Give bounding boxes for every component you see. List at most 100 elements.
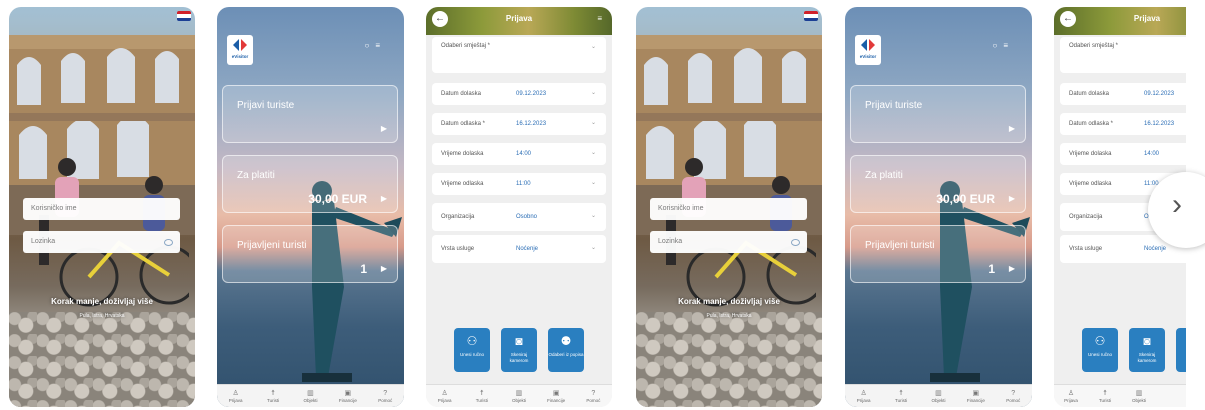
scan-camera-button[interactable]: ◙ Skeniraj kamerom	[1129, 328, 1165, 372]
nav-objekti[interactable]: ▥ Objekti	[502, 390, 536, 403]
organization-select[interactable]: Organizacija Osobno ⌄	[432, 203, 606, 231]
top-icons: ○≡	[992, 41, 1014, 50]
departure-date-field[interactable]: Datum odlaska * 16.12.2023	[1060, 113, 1186, 135]
login-screenshot-1: Korisničko ime Lozinka Korak manje, doži…	[9, 7, 195, 407]
button-label: Odaberi iz popisa	[548, 352, 584, 357]
nav-prijava[interactable]: ♙ Prijava	[219, 390, 253, 403]
menu-icon[interactable]: ≡	[1003, 41, 1014, 50]
nav-turisti[interactable]: ☨ Turisti	[256, 390, 290, 403]
nav-financije[interactable]: ▣ Financije	[959, 390, 993, 403]
field-label: Organizacija	[1069, 214, 1103, 220]
nav-label: Turisti	[267, 397, 280, 403]
nav-pomoc[interactable]: ? Pomoć	[996, 390, 1030, 403]
logo-icon	[861, 39, 875, 51]
field-label: Vrijeme odlaska	[441, 181, 484, 187]
nav-objekti[interactable]: ▥ Objekti	[1122, 390, 1156, 403]
to-pay-card[interactable]: Za platiti 30,00 EUR ▶	[850, 155, 1026, 213]
nav-prijava[interactable]: ♙ Prijava	[847, 390, 881, 403]
registered-tourists-card[interactable]: Prijavljeni turisti 1 ▶	[850, 225, 1026, 283]
wallet-icon: ▣	[972, 389, 980, 397]
button-label: Unesi ručno	[459, 352, 484, 357]
show-password-icon[interactable]	[164, 239, 173, 246]
chevron-down-icon: ⌄	[590, 44, 596, 50]
card-label: Prijavi turiste	[237, 100, 295, 111]
chevron-right-icon: ▶	[380, 264, 387, 273]
select-from-list-button[interactable]: ⚉	[1176, 328, 1186, 372]
nav-prijava[interactable]: ♙ Prijava	[1054, 390, 1088, 403]
manual-entry-button[interactable]: ⚇ Unesi ručno	[454, 328, 490, 372]
menu-icon[interactable]: ≡	[375, 41, 386, 50]
field-value: 09.12.2023	[516, 91, 547, 97]
nav-label: Turisti	[895, 397, 908, 403]
nav-prijava[interactable]: ♙ Prijava	[428, 390, 462, 403]
arrival-time-field[interactable]: Vrijeme dolaska 14:00 ⌄	[432, 143, 606, 165]
card-value: 1	[360, 262, 367, 276]
registered-tourists-card[interactable]: Prijavljeni turisti 1 ▶	[222, 225, 398, 283]
nav-pomoc[interactable]: ? Pomoć	[576, 390, 610, 403]
show-password-icon[interactable]	[791, 239, 800, 246]
manual-entry-button[interactable]: ⚇ Unesi ručno	[1082, 328, 1118, 372]
to-pay-card[interactable]: Za platiti 30,00 EUR ▶	[222, 155, 398, 213]
nav-turisti[interactable]: ☨ Turisti	[1088, 390, 1122, 403]
chevron-down-icon: ⌄	[590, 213, 596, 219]
nav-label: Turisti	[1098, 397, 1112, 403]
users-icon: ⚉	[1176, 334, 1186, 348]
nav-turisti[interactable]: ☨ Turisti	[884, 390, 918, 403]
password-placeholder: Lozinka	[658, 238, 683, 245]
arrival-date-field[interactable]: Datum dolaska 09.12.2023 ⌄	[432, 83, 606, 105]
scan-camera-button[interactable]: ◙ Skeniraj kamerom	[501, 328, 537, 372]
button-label: Skeniraj kamerom	[509, 352, 529, 363]
field-label: Odaberi smještaj *	[1069, 43, 1119, 49]
chevron-right-icon: ▶	[1008, 264, 1015, 273]
accommodation-select[interactable]: Odaberi smještaj * ⌄	[432, 37, 606, 73]
slogan-subtitle: Pula, Istra, Hrvatska	[79, 313, 125, 319]
nav-turisti[interactable]: ☨ Turisti	[465, 390, 499, 403]
service-type-select[interactable]: Vrsta usluge Noćenje ⌄	[432, 235, 606, 263]
password-input[interactable]: Lozinka	[650, 231, 807, 253]
notification-icon[interactable]: ○	[992, 41, 1003, 50]
departure-date-field[interactable]: Datum odlaska * 16.12.2023 ⌄	[432, 113, 606, 135]
form-title: Prijava	[505, 14, 533, 23]
arrival-time-field[interactable]: Vrijeme dolaska 14:00	[1060, 143, 1186, 165]
help-icon: ?	[1011, 389, 1016, 397]
register-tourists-card[interactable]: Prijavi turiste ▶	[850, 85, 1026, 143]
evisitor-logo: eVisitor	[855, 35, 881, 65]
field-value: 09.12.2023	[1144, 91, 1175, 97]
notification-icon[interactable]: ○	[364, 41, 375, 50]
password-placeholder: Lozinka	[31, 238, 56, 245]
username-input[interactable]: Korisničko ime	[23, 198, 180, 220]
nav-objekti[interactable]: ▥ Objekti	[293, 390, 327, 403]
accommodation-select[interactable]: Odaberi smještaj *	[1060, 37, 1186, 73]
nav-label: Financije	[547, 397, 566, 403]
field-value: Noćenje	[516, 246, 539, 252]
croatian-flag-icon[interactable]	[804, 11, 818, 21]
field-label: Datum dolaska	[441, 91, 482, 97]
croatian-flag-icon[interactable]	[177, 11, 191, 21]
nav-objekti[interactable]: ▥ Objekti	[921, 390, 955, 403]
bottom-nav: ♙ Prijava ☨ Turisti ▥ Objekti ▣ Financije ? P…	[426, 384, 612, 407]
button-label: Skeniraj kamerom	[1137, 352, 1157, 363]
card-value: 30,00 EUR	[936, 192, 995, 206]
wallet-icon: ▣	[344, 389, 352, 397]
slogan: Korak manje, doživljaj više	[51, 297, 153, 306]
arrival-date-field[interactable]: Datum dolaska 09.12.2023	[1060, 83, 1186, 105]
nav-financije[interactable]: ▣ Financije	[539, 390, 573, 403]
user-icon: ♙	[860, 389, 867, 397]
register-tourists-card[interactable]: Prijavi turiste ▶	[222, 85, 398, 143]
field-label: Vrsta usluge	[1069, 246, 1103, 252]
field-label: Vrijeme odlaska	[1069, 181, 1112, 187]
nav-label: Pomoć	[378, 397, 393, 403]
select-from-list-button[interactable]: ⚉ Odaberi iz popisa	[548, 328, 584, 372]
nav-financije[interactable]: ▣ Financije	[331, 390, 365, 403]
departure-time-field[interactable]: Vrijeme odlaska 11:00 ⌄	[432, 173, 606, 195]
password-input[interactable]: Lozinka	[23, 231, 180, 253]
field-value: 16.12.2023	[516, 121, 547, 127]
menu-icon[interactable]: ≡	[597, 14, 602, 23]
slogan: Korak manje, doživljaj više	[678, 297, 780, 306]
chevron-right-icon: ▶	[1008, 194, 1015, 203]
nav-pomoc[interactable]: ? Pomoć	[368, 390, 402, 403]
nav-label: Prijava	[437, 397, 452, 403]
username-input[interactable]: Korisničko ime	[650, 198, 807, 220]
card-label: Prijavi turiste	[865, 100, 923, 111]
camera-icon: ◙	[515, 334, 523, 348]
